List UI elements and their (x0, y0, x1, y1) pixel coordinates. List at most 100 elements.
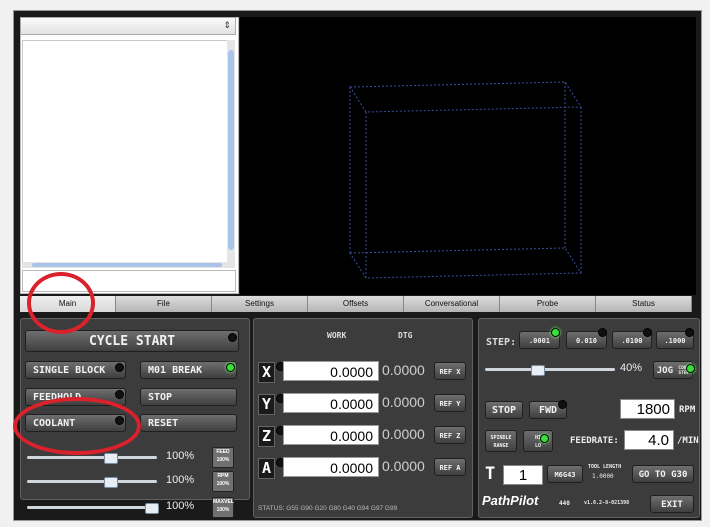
cycle-start-led (228, 333, 237, 342)
rpm-reset-button[interactable]: RPM 100% (212, 471, 234, 492)
spindle-fwd-led (558, 400, 567, 409)
ref-y-label: REF Y (439, 400, 461, 408)
ref-x-button[interactable]: REF X (434, 362, 466, 380)
gcode-listing[interactable] (22, 40, 228, 264)
step-value: .0001 (528, 337, 551, 345)
toolpath-preview[interactable] (240, 17, 696, 295)
rpm-entry[interactable]: 1800 (620, 399, 675, 419)
maxvel-override-percent: 100% (166, 500, 195, 512)
range-line: LO (534, 443, 542, 449)
jog-speed-slider[interactable] (485, 365, 615, 376)
reset-button[interactable]: RESET (140, 414, 237, 432)
stop-button[interactable]: STOP (140, 388, 237, 406)
stop-label: STOP (148, 392, 173, 403)
single-block-label: SINGLE BLOCK (33, 365, 106, 376)
step-0010-led (598, 328, 607, 337)
z-work-dro[interactable]: 0.0000 (283, 425, 379, 445)
feedhold-led (115, 390, 124, 399)
a-work-dro[interactable]: 0.0000 (283, 457, 379, 477)
badge-line: 100% (216, 507, 230, 513)
ref-a-button[interactable]: REF A (434, 458, 466, 476)
x-dtg-value: 0.0000 (382, 362, 425, 378)
tab-file[interactable]: File (116, 296, 212, 312)
y-work-dro[interactable]: 0.0000 (283, 393, 379, 413)
spindle-stop-button[interactable]: STOP (485, 401, 523, 419)
step-value: .1000 (664, 337, 686, 345)
machine-model-label: 440 (559, 500, 570, 507)
badge-line: 100% (216, 481, 230, 487)
highlight-circle-coolant (13, 397, 141, 455)
spindle-fwd-label: FWD (538, 405, 558, 416)
preview-box-wireframe (349, 81, 582, 279)
slider-knob[interactable] (145, 503, 159, 514)
maxvel-reset-button[interactable]: MAXVEL 100% (212, 497, 234, 518)
single-block-led (115, 363, 124, 372)
exit-button[interactable]: EXIT (650, 495, 694, 513)
z-dtg-value: 0.0000 (382, 426, 425, 442)
file-combo[interactable]: ⇕ (20, 17, 236, 35)
dtg-header: DTG (398, 331, 413, 340)
slider-knob[interactable] (104, 453, 118, 464)
feed-override-slider[interactable] (27, 453, 157, 464)
step-label: STEP: (486, 337, 517, 348)
axis-y-label: Y (258, 394, 275, 415)
ref-x-label: REF X (439, 368, 461, 376)
gcode-status-line: STATUS: G55 G90 G20 G80 G40 G94 G97 G99 (258, 505, 398, 512)
feed-reset-button[interactable]: FEED 100% (212, 447, 234, 468)
spindle-range-led (540, 434, 549, 443)
spindle-range-label-box: SPINDLE RANGE (485, 430, 517, 452)
tool-number-entry[interactable]: 1 (503, 465, 543, 485)
ref-z-button[interactable]: REF Z (434, 426, 466, 444)
y-dtg-value: 0.0000 (382, 394, 425, 410)
x-work-dro[interactable]: 0.0000 (283, 361, 379, 381)
maxvel-override-slider[interactable] (27, 503, 159, 514)
slider-knob[interactable] (531, 365, 545, 376)
a-dtg-value: 0.0000 (382, 458, 425, 474)
spindle-stop-label: STOP (491, 405, 517, 416)
work-header: WORK (327, 331, 347, 340)
spindle-range-toggle[interactable]: HI LO (523, 430, 553, 452)
step-0100-led (643, 328, 652, 337)
badge-line: 100% (216, 457, 230, 463)
jog-mode-led (686, 364, 695, 373)
slider-knob[interactable] (104, 477, 118, 488)
m01-break-button[interactable]: M01 BREAK (140, 361, 237, 379)
step-1000-led (685, 328, 694, 337)
badge-line: FEED (216, 449, 230, 455)
tab-conversational[interactable]: Conversational (404, 296, 500, 312)
feedrate-unit-label: /MIN (677, 436, 699, 446)
gcode-vertical-scrollbar[interactable] (227, 40, 235, 262)
tab-settings[interactable]: Settings (212, 296, 308, 312)
rpm-override-slider[interactable] (27, 477, 157, 488)
highlight-circle-main-tab (27, 272, 95, 334)
axis-a-label: A (258, 458, 275, 479)
range-line: RANGE (493, 443, 509, 449)
m01-break-led (226, 363, 235, 372)
m6g43-label: M6G43 (554, 471, 576, 479)
gcode-horizontal-scrollbar[interactable] (22, 262, 235, 268)
axis-x-label: X (258, 362, 275, 383)
feedrate-label: FEEDRATE: (570, 436, 619, 446)
tab-offsets[interactable]: Offsets (308, 296, 404, 312)
tab-probe[interactable]: Probe (500, 296, 596, 312)
step-value: 0.010 (575, 337, 598, 345)
rpm-unit-label: RPM (679, 405, 696, 415)
badge-line: MAXVEL (213, 499, 234, 505)
tab-status[interactable]: Status (596, 296, 692, 312)
rpm-override-percent: 100% (166, 474, 195, 486)
single-block-button[interactable]: SINGLE BLOCK (25, 361, 126, 379)
feedrate-entry[interactable]: 4.0 (624, 430, 674, 450)
jog-label: JOG (656, 366, 673, 376)
m6g43-button[interactable]: M6G43 (547, 465, 583, 483)
go-to-g30-button[interactable]: GO TO G30 (632, 465, 694, 483)
jog-speed-percent: 40% (620, 362, 643, 374)
step-0001-led (551, 328, 560, 337)
scroll-thumb[interactable] (32, 263, 222, 267)
ref-z-label: REF Z (439, 432, 461, 440)
scroll-thumb[interactable] (228, 50, 234, 250)
cycle-start-label: CYCLE START (88, 334, 176, 349)
ref-y-button[interactable]: REF Y (434, 394, 466, 412)
exit-label: EXIT (661, 500, 683, 510)
range-line: SPINDLE (490, 435, 512, 441)
badge-line: RPM (217, 473, 229, 479)
